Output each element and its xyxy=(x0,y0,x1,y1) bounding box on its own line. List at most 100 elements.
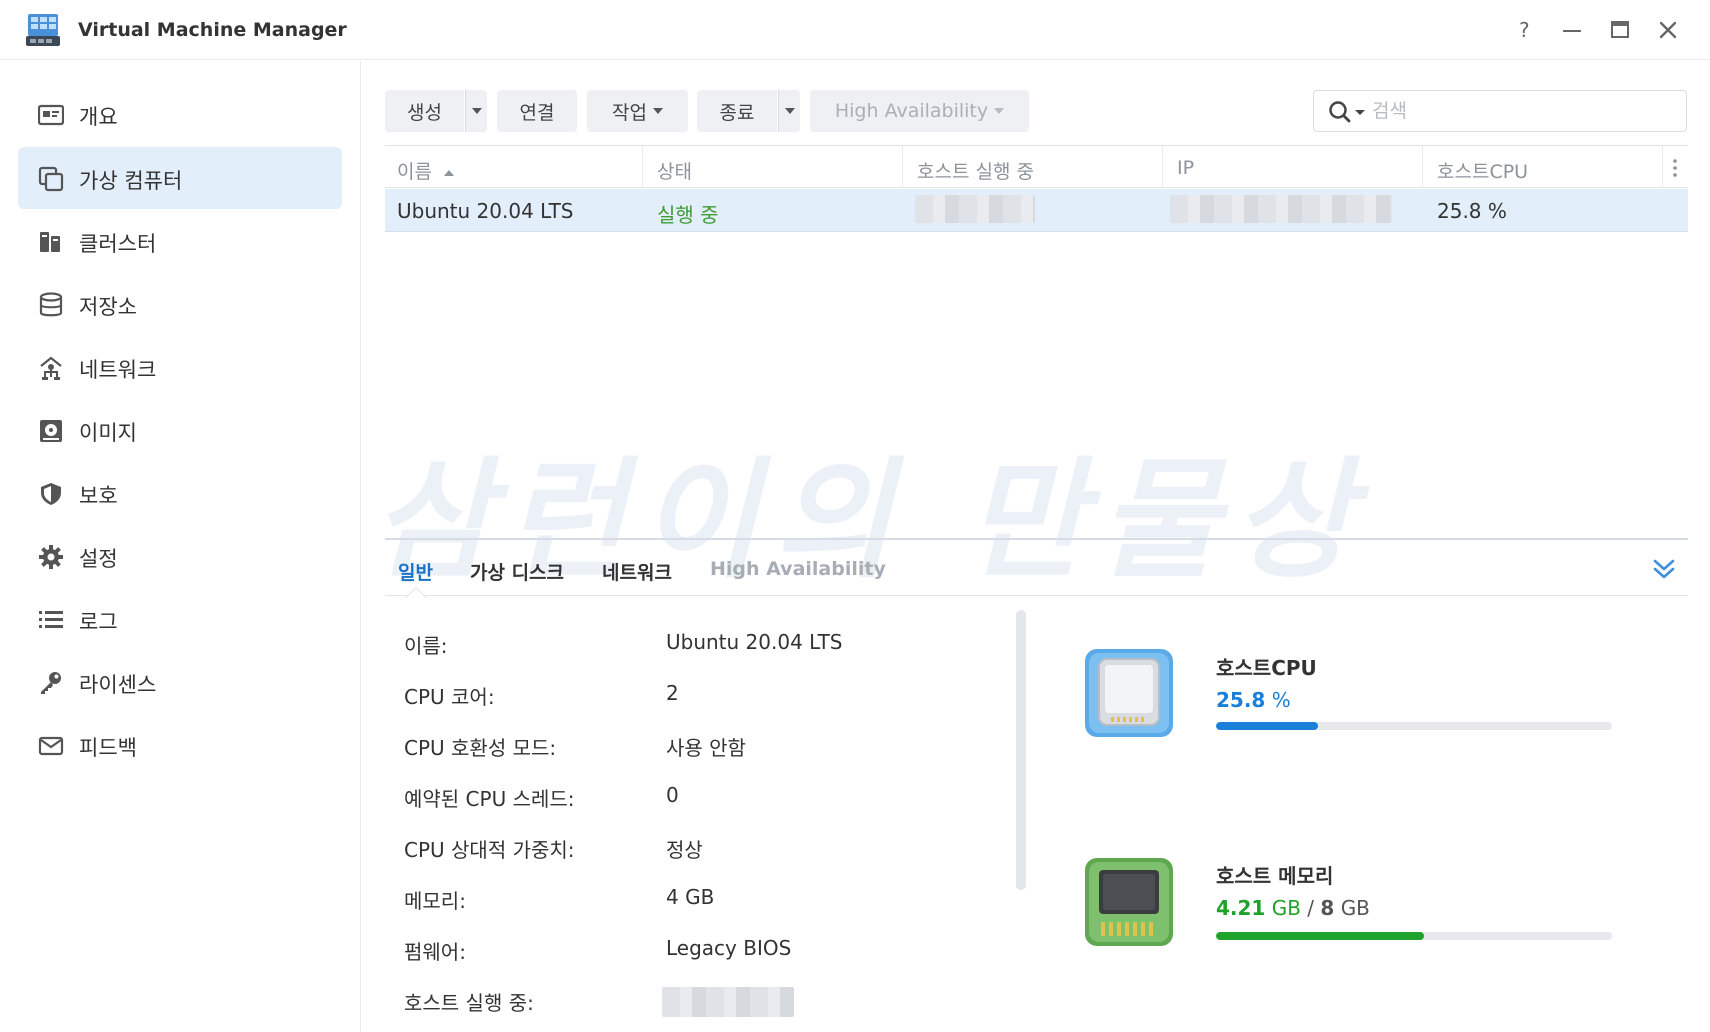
info-label-name: 이름: xyxy=(404,634,448,658)
sidebar-item-label: 네트워크 xyxy=(79,358,157,382)
minimize-button[interactable] xyxy=(1557,16,1587,44)
info-value-reserved-threads: 0 xyxy=(666,783,679,807)
host-memory-bar xyxy=(1216,932,1612,940)
sidebar-item-feedback[interactable]: 피드백 xyxy=(18,714,342,776)
sidebar-item-label: 라이센스 xyxy=(79,673,157,697)
create-button[interactable]: 생성 xyxy=(385,90,464,132)
chevron-down-icon xyxy=(652,108,663,114)
close-button[interactable] xyxy=(1653,16,1683,44)
sidebar-item-label: 피드백 xyxy=(79,736,137,760)
minimize-icon xyxy=(1563,30,1581,32)
host-memory-total: 8 xyxy=(1320,896,1335,920)
shutdown-dropdown-button[interactable] xyxy=(778,90,800,132)
chevron-down-icon xyxy=(784,108,795,114)
sidebar-item-cluster[interactable]: 클러스터 xyxy=(18,210,342,272)
virtual-machine-icon xyxy=(38,166,64,192)
host-memory-separator: / xyxy=(1307,896,1315,920)
cluster-icon xyxy=(40,232,60,252)
column-header-host[interactable]: 호스트 실행 중 xyxy=(917,157,1034,184)
host-cpu-title: 호스트CPU xyxy=(1216,656,1317,680)
info-value-cpu-cores: 2 xyxy=(666,681,679,705)
memory-icon xyxy=(1085,858,1173,946)
host-memory-total-unit: GB xyxy=(1340,896,1370,920)
column-divider xyxy=(1422,146,1423,188)
column-header-host-cpu[interactable]: 호스트CPU xyxy=(1437,157,1528,184)
detail-tab-bar: 일반 가상 디스크 네트워크 High Availability xyxy=(385,538,1688,607)
info-value-running-host-redacted xyxy=(662,987,794,1017)
column-divider xyxy=(1662,146,1663,188)
cell-host-cpu: 25.8 % xyxy=(1437,199,1507,223)
sidebar-item-protection[interactable]: 보호 xyxy=(18,462,342,524)
close-icon xyxy=(1659,21,1677,39)
maximize-icon xyxy=(1611,21,1629,38)
host-memory-used: 4.21 xyxy=(1216,896,1266,920)
shield-icon xyxy=(41,483,61,505)
mail-icon xyxy=(38,736,64,756)
tab-network[interactable]: 네트워크 xyxy=(602,558,672,585)
help-button[interactable]: ? xyxy=(1510,16,1540,44)
column-header-ip[interactable]: IP xyxy=(1177,157,1194,179)
list-icon xyxy=(39,611,63,628)
column-divider xyxy=(902,146,903,188)
cell-host-redacted xyxy=(915,195,1035,223)
info-label-running-host: 호스트 실행 중: xyxy=(404,991,534,1015)
sidebar-item-network[interactable]: 네트워크 xyxy=(18,336,342,398)
info-value-firmware: Legacy BIOS xyxy=(666,936,792,960)
host-cpu-value: 25.8 % xyxy=(1216,688,1291,712)
column-divider xyxy=(642,146,643,188)
sidebar-item-log[interactable]: 로그 xyxy=(18,588,342,650)
sidebar-item-storage[interactable]: 저장소 xyxy=(18,273,342,335)
shutdown-button[interactable]: 종료 xyxy=(697,90,777,132)
search-box xyxy=(1313,90,1687,132)
sidebar-item-label: 가상 컴퓨터 xyxy=(79,169,183,193)
collapse-panel-icon[interactable] xyxy=(1650,555,1678,583)
table-row[interactable]: Ubuntu 20.04 LTS 실행 중 25.8 % xyxy=(385,189,1688,232)
action-button-label: 작업 xyxy=(612,101,647,124)
info-scrollbar[interactable] xyxy=(1016,610,1026,890)
sidebar-item-label: 클러스터 xyxy=(79,232,157,256)
high-availability-button[interactable]: High Availability xyxy=(810,90,1029,132)
info-label-reserved-threads: 예약된 CPU 스레드: xyxy=(404,787,575,811)
key-icon xyxy=(41,672,61,694)
host-memory-value: 4.21 GB / 8 GB xyxy=(1216,896,1370,920)
host-memory-used-unit: GB xyxy=(1271,896,1301,920)
network-icon xyxy=(40,356,62,380)
tab-high-availability[interactable]: High Availability xyxy=(710,558,886,580)
storage-icon xyxy=(39,292,63,317)
cell-ip-redacted xyxy=(1170,195,1392,223)
info-label-cpu-compat: CPU 호환성 모드: xyxy=(404,736,557,760)
cpu-icon xyxy=(1085,649,1173,737)
column-header-status[interactable]: 상태 xyxy=(657,157,692,184)
chevron-down-icon xyxy=(994,108,1005,114)
svg-text:?: ? xyxy=(1519,18,1530,42)
connect-button-label: 연결 xyxy=(519,101,555,124)
search-input[interactable] xyxy=(1372,99,1672,123)
info-label-cpu-cores: CPU 코어: xyxy=(404,685,495,709)
connect-button[interactable]: 연결 xyxy=(497,90,577,132)
app-logo-icon xyxy=(26,14,60,46)
search-icon[interactable] xyxy=(1328,100,1368,124)
maximize-button[interactable] xyxy=(1605,16,1635,44)
tab-general[interactable]: 일반 xyxy=(398,558,433,585)
help-icon: ? xyxy=(1519,18,1530,42)
tab-virtual-disk[interactable]: 가상 디스크 xyxy=(470,558,564,585)
create-dropdown-button[interactable] xyxy=(465,90,487,132)
sidebar-item-label: 보호 xyxy=(79,484,118,508)
shutdown-button-label: 종료 xyxy=(719,101,755,124)
column-menu-icon[interactable] xyxy=(1670,158,1680,178)
sidebar-item-settings[interactable]: 설정 xyxy=(18,525,342,587)
column-header-name[interactable]: 이름 xyxy=(397,157,455,184)
cell-status: 실행 중 xyxy=(657,203,719,227)
sidebar-item-license[interactable]: 라이센스 xyxy=(18,651,342,713)
action-button[interactable]: 작업 xyxy=(587,90,688,132)
sort-ascending-icon xyxy=(444,169,455,176)
sidebar-item-overview[interactable]: 개요 xyxy=(18,83,342,145)
host-memory-bar-fill xyxy=(1216,932,1425,940)
title-bar: Virtual Machine Manager ? xyxy=(0,0,1710,60)
create-button-label: 생성 xyxy=(407,101,442,124)
sidebar-item-image[interactable]: 이미지 xyxy=(18,399,342,461)
sidebar-item-label: 설정 xyxy=(79,547,118,571)
sidebar-item-virtual-machine[interactable]: 가상 컴퓨터 xyxy=(18,147,342,209)
info-value-name: Ubuntu 20.04 LTS xyxy=(666,630,843,654)
gear-icon xyxy=(39,545,63,569)
